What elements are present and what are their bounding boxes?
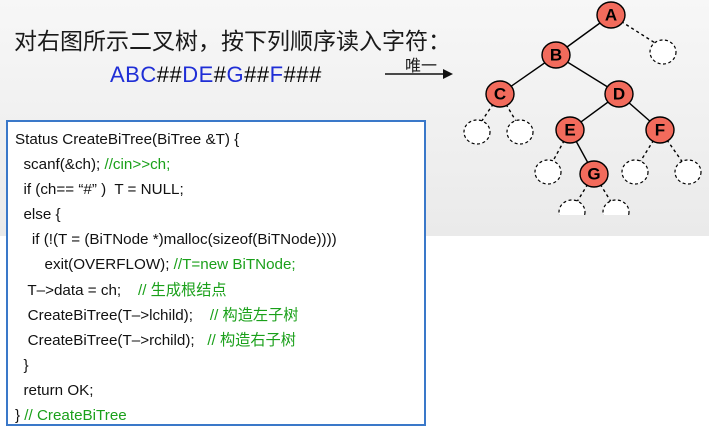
code-text: return OK; xyxy=(23,381,94,399)
code-text: T–>data = ch; xyxy=(27,281,138,299)
heading: 对右图所示二叉树，按下列顺序读入字符： xyxy=(14,28,451,54)
tree-node-label-b: B xyxy=(550,46,562,65)
tree-node-label-f: F xyxy=(655,121,665,140)
sequence-null-markers: ## xyxy=(244,62,270,87)
right-arrow-icon xyxy=(385,69,453,79)
code-line: T–>data = ch; // 生成根结点 xyxy=(15,278,424,303)
null-node xyxy=(674,159,702,185)
sequence-letters: DE xyxy=(182,62,214,87)
sequence-null-markers: # xyxy=(213,62,227,87)
sequence-letters: G xyxy=(226,62,245,87)
code-text: CreateBiTree(T–>lchild); xyxy=(27,306,210,324)
code-comment: //cin>>ch; xyxy=(104,156,171,174)
null-node xyxy=(463,119,491,145)
code-text: CreateBiTree(T–>rchild); xyxy=(27,331,208,349)
sequence-letters: F xyxy=(269,62,284,87)
code-comment: // 构造左子树 xyxy=(209,306,299,324)
code-text: Status CreateBiTree(BiTree &T) { xyxy=(15,131,240,148)
code-line: else { xyxy=(15,202,424,227)
code-comment: //T=new BiTNode; xyxy=(173,256,296,274)
code-comment: // CreateBiTree xyxy=(24,407,127,425)
code-text: if (ch== “#” ) T = NULL; xyxy=(23,181,184,199)
code-comment: // 构造右子树 xyxy=(207,331,296,349)
code-line: CreateBiTree(T–>lchild); // 构造左子树 xyxy=(15,303,424,328)
null-node xyxy=(602,199,630,215)
sequence-letters: ABC xyxy=(110,62,157,87)
tree-node-label-d: D xyxy=(613,85,625,104)
input-sequence: ABC##DE#G##F### xyxy=(110,62,322,88)
code-text: } xyxy=(23,356,29,374)
tree-node-label-a: A xyxy=(605,6,617,25)
code-text: else { xyxy=(23,206,61,224)
code-line: scanf(&ch); //cin>>ch; xyxy=(15,152,424,177)
tree-node-label-c: C xyxy=(494,85,506,104)
code-line: if (ch== “#” ) T = NULL; xyxy=(15,177,424,202)
null-node xyxy=(534,159,562,185)
tree-node-label-e: E xyxy=(564,121,575,140)
code-line: exit(OVERFLOW); //T=new BiTNode; xyxy=(15,252,424,277)
code-text: scanf(&ch); xyxy=(23,156,105,174)
null-node xyxy=(621,159,649,185)
code-line: Status CreateBiTree(BiTree &T) { xyxy=(15,127,424,152)
binary-tree-diagram: A B C D E F G xyxy=(463,1,702,215)
null-node xyxy=(649,39,677,65)
code-listing: Status CreateBiTree(BiTree &T) { scanf(&… xyxy=(6,120,426,426)
sequence-null-markers: ### xyxy=(283,62,322,87)
null-node xyxy=(558,199,586,215)
code-line: } // CreateBiTree xyxy=(15,403,424,428)
code-line: return OK; xyxy=(15,378,424,403)
sequence-null-markers: ## xyxy=(156,62,183,87)
code-line: } xyxy=(15,353,424,378)
code-comment: // 生成根结点 xyxy=(138,281,227,299)
code-text: exit(OVERFLOW); xyxy=(44,256,174,274)
null-node xyxy=(506,119,534,145)
code-text: if (!(T = (BiTNode *)malloc(sizeof(BiTNo… xyxy=(31,231,337,249)
tree-node-label-g: G xyxy=(587,165,600,184)
code-text: } xyxy=(15,407,25,425)
code-line: if (!(T = (BiTNode *)malloc(sizeof(BiTNo… xyxy=(15,227,424,252)
code-line: CreateBiTree(T–>rchild); // 构造右子树 xyxy=(15,328,424,353)
